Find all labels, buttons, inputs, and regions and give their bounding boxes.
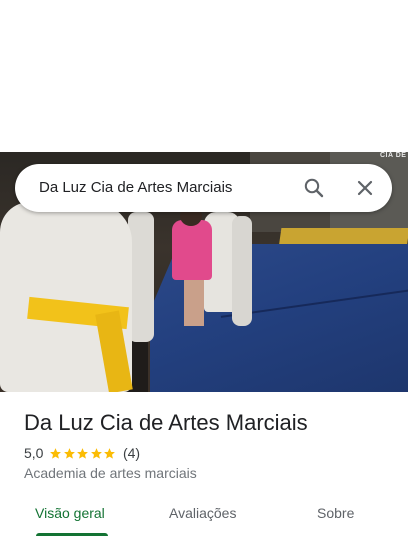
rating-row[interactable]: 5,0 (4) xyxy=(24,444,140,462)
close-icon[interactable] xyxy=(353,176,377,200)
tab-about[interactable]: Sobre xyxy=(317,505,354,521)
tab-overview[interactable]: Visão geral xyxy=(35,505,105,521)
star-icon xyxy=(50,447,62,459)
blank-top-area xyxy=(0,0,408,152)
star-icon xyxy=(104,447,116,459)
tab-bar: Visão geral Avaliações Sobre xyxy=(0,492,408,544)
place-title: Da Luz Cia de Artes Marciais xyxy=(24,410,308,435)
search-bar[interactable]: Da Luz Cia de Artes Marciais xyxy=(15,164,392,212)
star-rating xyxy=(49,447,117,460)
rating-value: 5,0 xyxy=(24,445,44,461)
photo-sign-text: CIA DE xyxy=(380,152,407,159)
review-count[interactable]: (4) xyxy=(123,445,140,461)
star-icon xyxy=(77,447,89,459)
star-icon xyxy=(64,447,75,459)
blue-mat xyxy=(110,244,408,392)
search-input[interactable]: Da Luz Cia de Artes Marciais xyxy=(39,179,232,196)
star-icon xyxy=(91,447,102,459)
tab-reviews[interactable]: Avaliações xyxy=(169,505,236,521)
active-tab-indicator xyxy=(36,533,108,536)
place-category: Academia de artes marciais xyxy=(24,465,197,481)
search-icon[interactable] xyxy=(302,176,326,200)
